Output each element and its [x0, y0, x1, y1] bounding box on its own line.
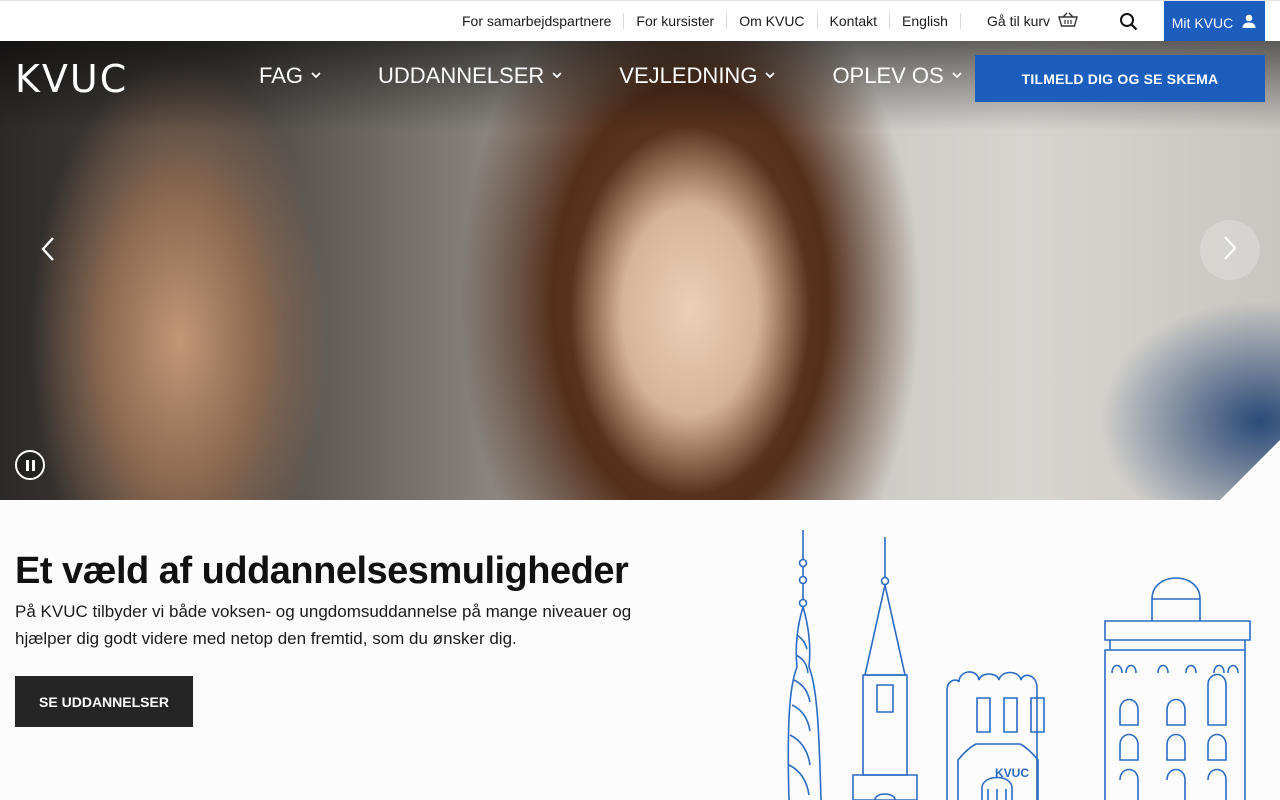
page-title: Et væld af uddannelsesmuligheder [15, 550, 629, 592]
nav-oplev-os-label: OPLEV OS [832, 63, 944, 88]
intro-text: På KVUC tilbyder vi både voksen- og ungd… [15, 602, 632, 648]
user-icon [1241, 13, 1257, 32]
chevron-down-icon [952, 70, 962, 82]
nav-uddannelser-label: UDDANNELSER [378, 63, 545, 88]
nav-vejledning[interactable]: VEJLEDNING [619, 63, 776, 89]
utility-bar: For samarbejdspartnere For kursister Om … [0, 0, 1280, 44]
nav-fag-label: FAG [259, 63, 304, 88]
hero-carousel: KVUC FAG UDDANNELSER VEJLEDNING OPLEV OS [0, 41, 1280, 500]
link-om-kvuc[interactable]: Om KVUC [727, 13, 818, 29]
pause-icon[interactable] [15, 450, 45, 480]
utility-links: For samarbejdspartnere For kursister Om … [450, 1, 961, 41]
mit-kvuc-label: Mit KVUC [1171, 14, 1234, 31]
cart-link[interactable]: Gå til kurv [987, 1, 1078, 41]
link-kontakt[interactable]: Kontakt [818, 13, 891, 29]
nav-uddannelser[interactable]: UDDANNELSER [378, 63, 562, 89]
link-for-kursister[interactable]: For kursister [624, 13, 728, 29]
nav-vejledning-label: VEJLEDNING [619, 63, 758, 88]
hero-corner-cut [1220, 440, 1280, 500]
main-nav: FAG UDDANNELSER VEJLEDNING OPLEV OS [259, 63, 1019, 89]
tilmeld-button[interactable]: TILMELD DIG OG SE SKEMA [975, 55, 1265, 102]
mit-kvuc-button[interactable]: Mit KVUC [1164, 1, 1265, 44]
nav-fag[interactable]: FAG [259, 63, 321, 89]
copenhagen-skyline-illustration: KVUC [787, 530, 1251, 800]
cart-label: Gå til kurv [987, 13, 1051, 29]
chevron-left-icon [40, 236, 56, 267]
chevron-right-icon [1222, 235, 1238, 266]
illustration-kvuc-text: KVUC [995, 766, 1029, 780]
chevron-down-icon [552, 70, 562, 82]
basket-icon [1058, 12, 1078, 31]
chevron-down-icon [765, 70, 776, 82]
carousel-next-button[interactable] [1200, 220, 1260, 280]
link-for-samarbejdspartnere[interactable]: For samarbejdspartnere [450, 13, 625, 29]
link-english[interactable]: English [890, 13, 961, 29]
nav-oplev-os[interactable]: OPLEV OS [832, 63, 962, 89]
chevron-down-icon [311, 70, 321, 82]
carousel-prev-button[interactable] [18, 221, 78, 281]
se-uddannelser-button[interactable]: SE UDDANNELSER [15, 676, 193, 727]
search-icon[interactable] [1118, 11, 1140, 33]
kvuc-logo[interactable]: KVUC [15, 60, 128, 98]
